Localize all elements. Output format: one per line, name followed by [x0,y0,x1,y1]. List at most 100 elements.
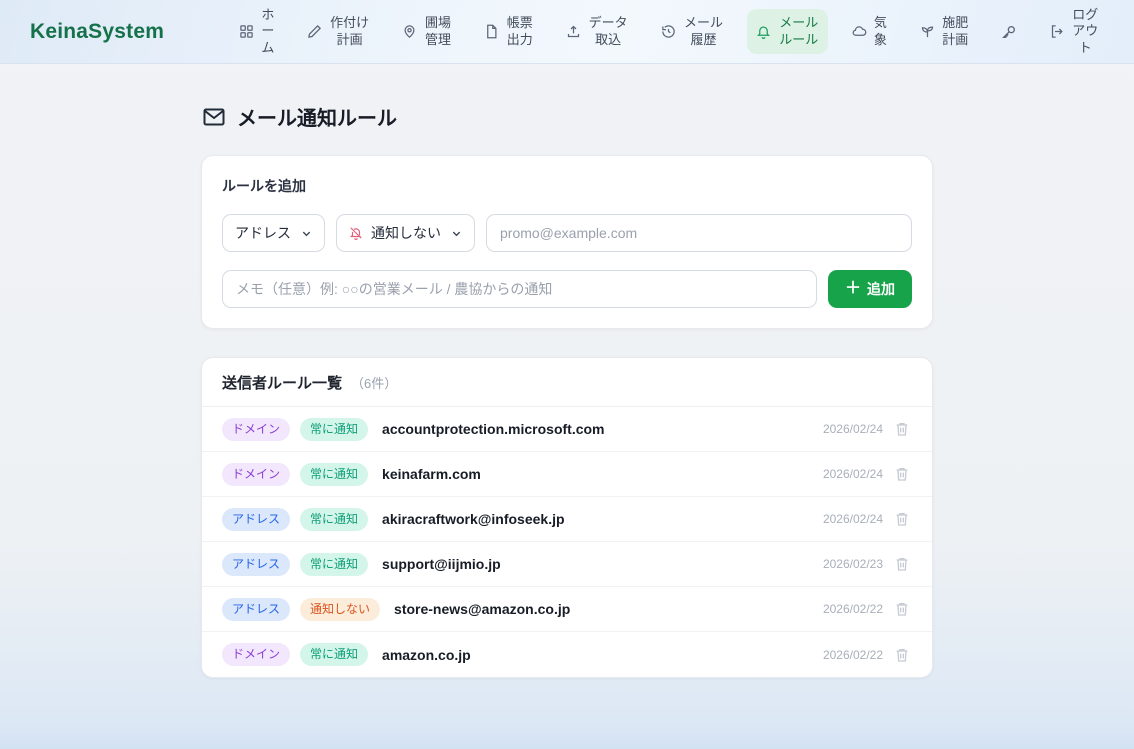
rule-date: 2026/02/22 [823,648,883,662]
rule-row: アドレス 通知しない store-news@amazon.co.jp 2026/… [202,587,932,632]
key-icon [1001,24,1017,40]
rule-pattern: support@iijmio.jp [382,556,501,572]
rule-pattern: keinafarm.com [382,466,481,482]
nav-item-data-import[interactable]: データ取込 [557,9,638,54]
rule-type-select-value: アドレス [235,223,291,243]
delete-rule-button[interactable] [892,599,912,619]
rule-row: ドメイン 常に通知 accountprotection.microsoft.co… [202,407,932,452]
rule-date: 2026/02/23 [823,557,883,571]
rule-pattern: amazon.co.jp [382,647,471,663]
rule-date: 2026/02/24 [823,467,883,481]
rule-pattern: store-news@amazon.co.jp [394,601,570,617]
action-badge: 常に通知 [300,418,368,441]
add-rule-button-label: 追加 [867,279,895,299]
trash-icon [894,647,910,663]
rules-list-header: 送信者ルール一覧 （6件） [202,358,932,407]
bell-icon [756,24,771,39]
page-title: メール通知ルール [202,102,933,131]
rules-count-badge: （6件） [351,373,397,392]
nav-item-field-management[interactable]: 圃場管理 [393,9,460,54]
grid-icon [239,24,254,39]
type-badge: アドレス [222,598,290,621]
delete-rule-button[interactable] [892,464,912,484]
top-nav: KeinaSystem ホーム 作付け計画 圃場管理 帳票出力 [0,0,1134,64]
document-icon [484,24,499,39]
rule-pattern: akiracraftwork@infoseek.jp [382,511,565,527]
rule-row: アドレス 常に通知 akiracraftwork@infoseek.jp 202… [202,497,932,542]
type-badge: アドレス [222,553,290,576]
delete-rule-button[interactable] [892,554,912,574]
add-rule-row-1: アドレス 通知しない [222,214,912,252]
action-badge: 常に通知 [300,508,368,531]
type-badge: ドメイン [222,463,290,486]
bell-off-icon [349,226,363,240]
nav-item-label: 圃場管理 [424,15,451,48]
rule-date: 2026/02/22 [823,602,883,616]
main-content: メール通知ルール ルールを追加 アドレス 通知しない [201,64,933,678]
type-badge: アドレス [222,508,290,531]
trash-icon [894,601,910,617]
rule-date: 2026/02/24 [823,512,883,526]
nav-item-password-key[interactable] [992,18,1026,46]
rules-list-body: ドメイン 常に通知 accountprotection.microsoft.co… [202,407,932,677]
trash-icon [894,466,910,482]
rule-pattern: accountprotection.microsoft.com [382,421,604,437]
trash-icon [894,511,910,527]
nav-item-mail-history[interactable]: メール履歴 [652,9,733,54]
action-badge: 常に通知 [300,643,368,666]
nav-item-label: データ取込 [588,15,629,48]
delete-rule-button[interactable] [892,509,912,529]
nav-item-fertilizer-plan[interactable]: 施肥計画 [911,9,978,54]
rule-row-right: 2026/02/24 [823,464,912,484]
rule-row-right: 2026/02/22 [823,599,912,619]
rule-row: ドメイン 常に通知 keinafarm.com 2026/02/24 [202,452,932,497]
map-pin-icon [402,24,417,39]
plus-icon: ＋ [845,281,861,297]
rule-row-right: 2026/02/22 [823,645,912,665]
rules-list-card: 送信者ルール一覧 （6件） ドメイン 常に通知 accountprotectio… [201,357,933,678]
rule-type-select[interactable]: アドレス [222,214,325,252]
trash-icon [894,421,910,437]
brand-logo[interactable]: KeinaSystem [30,20,164,44]
add-rule-row-2: ＋ 追加 [222,270,912,308]
add-rule-card: ルールを追加 アドレス 通知しない ＋ [201,155,933,329]
delete-rule-button[interactable] [892,645,912,665]
memo-input[interactable] [222,270,817,308]
nav-item-report-output[interactable]: 帳票出力 [475,9,542,54]
nav-item-planting-plan[interactable]: 作付け計画 [298,9,379,54]
nav-item-label: 帳票出力 [506,15,533,48]
delete-rule-button[interactable] [892,419,912,439]
nav-items: ホーム 作付け計画 圃場管理 帳票出力 データ取込 [230,1,1108,62]
cloud-icon [852,24,867,39]
address-input[interactable] [486,214,912,252]
rule-row-right: 2026/02/24 [823,419,912,439]
action-badge: 常に通知 [300,463,368,486]
action-badge: 常に通知 [300,553,368,576]
nav-item-label: ログアウト [1072,7,1099,56]
trash-icon [894,556,910,572]
history-icon [661,24,676,39]
sprout-icon [920,24,935,39]
nav-item-home[interactable]: ホーム [230,1,284,62]
action-badge: 通知しない [300,598,380,621]
pencil-icon [307,24,322,39]
page-title-text: メール通知ルール [237,102,397,131]
nav-item-logout[interactable]: ログアウト [1041,1,1108,62]
logout-icon [1050,24,1065,39]
chevron-down-icon [451,228,462,239]
rule-action-select[interactable]: 通知しない [336,214,475,252]
nav-item-weather[interactable]: 気象 [843,9,897,54]
rules-list-heading: 送信者ルール一覧 [222,372,342,393]
nav-item-label: 気象 [874,15,888,48]
nav-item-label: ホーム [261,7,275,56]
add-rule-button[interactable]: ＋ 追加 [828,270,912,308]
chevron-down-icon [301,228,312,239]
rule-row-right: 2026/02/24 [823,509,912,529]
rule-action-select-value: 通知しない [371,223,441,243]
type-badge: ドメイン [222,643,290,666]
rule-date: 2026/02/24 [823,422,883,436]
type-badge: ドメイン [222,418,290,441]
rule-row: アドレス 常に通知 support@iijmio.jp 2026/02/23 [202,542,932,587]
add-rule-heading: ルールを追加 [222,176,912,196]
nav-item-mail-rules[interactable]: メールルール [747,9,828,54]
